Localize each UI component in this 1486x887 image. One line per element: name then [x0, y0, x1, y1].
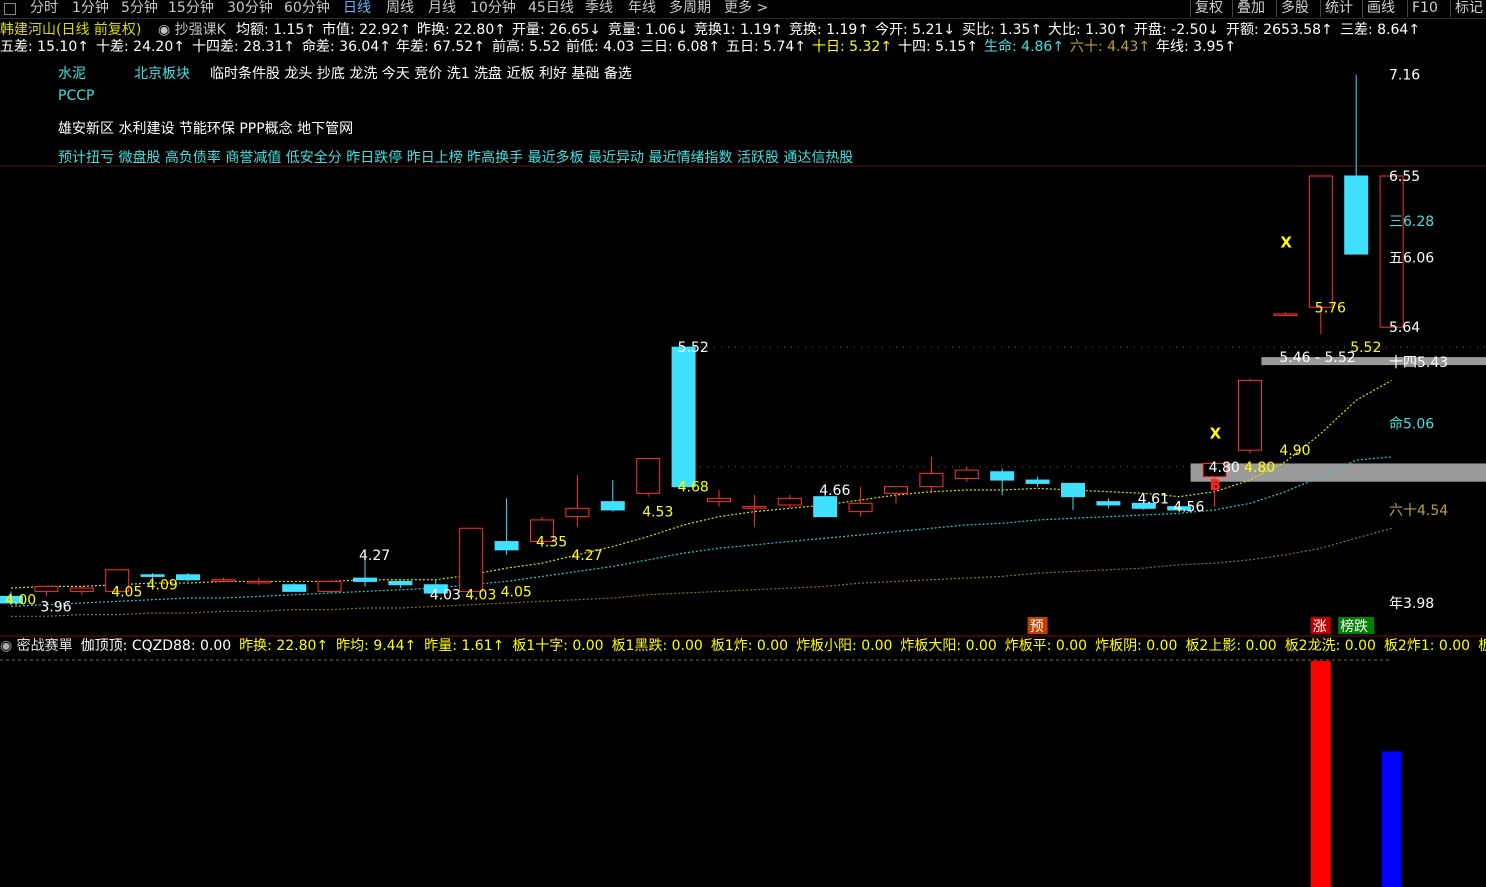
sub-indicator-4: 板1十字: 0.00: [512, 638, 604, 654]
price-label-9: 4.27: [571, 548, 602, 564]
price-label-0: 4.00: [5, 593, 36, 609]
candle-body-38: [1344, 175, 1369, 255]
price-label-7: 4.05: [501, 584, 532, 600]
price-label-11: 4.68: [678, 480, 709, 496]
price-label-4: 4.27: [359, 548, 390, 564]
axis-label-4: 5.64: [1389, 320, 1420, 336]
candle-body-16: [565, 507, 590, 518]
price-label-6: 4.03: [465, 588, 496, 604]
kline-chart[interactable]: 4.00 3.964.05 4.094.274.03 4.03 4.054.354.27…: [0, 0, 1486, 887]
candle-body-8: [282, 584, 307, 592]
sub-indicator-12: 板2龙洗: 0.00: [1284, 638, 1376, 654]
candle-body-37: [1308, 175, 1333, 308]
price-label-15: 4.56: [1173, 500, 1204, 516]
candle-body-35: [1238, 379, 1262, 451]
axis-label-6: 命5.06: [1389, 416, 1434, 433]
candle-body-14: [494, 541, 519, 551]
candle-body-21: [742, 506, 767, 509]
candle-body-1: [34, 585, 59, 592]
candle-body-25: [884, 486, 908, 494]
candle-body-9: [317, 580, 342, 592]
candle-body-18: [636, 457, 661, 494]
axis-label-5: 十四5.43: [1389, 355, 1448, 371]
axis-label-0: 7.16: [1389, 68, 1420, 84]
axis-label-2: 三6.28: [1389, 214, 1434, 230]
price-label-10: 4.53: [642, 505, 673, 521]
signal-mark-2: B: [1210, 476, 1221, 494]
candle-body-10: [353, 577, 377, 582]
candle-body-4: [140, 574, 165, 577]
axis-label-1: 6.55: [1389, 169, 1420, 185]
axis-label-3: 五6.06: [1389, 250, 1434, 266]
candle-body-11: [388, 580, 413, 586]
volume-bar-1: [1381, 751, 1402, 887]
sub-indicator-8: 炸板大阳: 0.00: [900, 638, 997, 654]
ma60-line: [11, 527, 1392, 617]
sub-indicator-10: 炸板阴: 0.00: [1095, 638, 1178, 654]
price-label-13: 4.66: [819, 483, 850, 499]
candle-body-13: [459, 527, 484, 592]
price-label-5: 4.03: [430, 588, 461, 604]
candle-body-28: [990, 471, 1015, 481]
sub-indicator-14: 板2: [1478, 638, 1486, 654]
price-label-20: 5.76: [1315, 300, 1346, 316]
candle-body-26: [919, 472, 944, 488]
sub-indicator-2: 昨均: 9.44↑: [336, 638, 417, 654]
sub-indicator-6: 板1炸: 0.00: [710, 638, 789, 654]
sub-indicator-3: 昨量: 1.61↑: [424, 638, 505, 654]
price-label-1: 3.96: [40, 599, 71, 615]
price-label-3: 4.09: [147, 578, 178, 594]
sub-panel-collapse-icon[interactable]: ◉: [0, 638, 17, 654]
event-tag-0: 预: [1030, 619, 1044, 635]
candle-body-7: [246, 580, 271, 584]
sub-indicator-13: 板2炸1: 0.00: [1383, 638, 1471, 654]
volume-bar-0: [1310, 661, 1331, 887]
axis-label-7: 六十4.54: [1389, 503, 1448, 519]
candle-body-31: [1096, 501, 1121, 506]
sub-indicator-1: 昨换: 22.80↑: [239, 638, 329, 654]
candle-body-19: [671, 346, 696, 488]
event-tag-2: 榜跌: [1340, 618, 1368, 635]
signal-mark-1: X: [1280, 233, 1292, 251]
sub-panel-title[interactable]: 密战赛單: [17, 638, 73, 654]
candle-body-23: [813, 496, 838, 518]
axis-label-8: 年3.98: [1389, 596, 1434, 612]
sub-indicator-9: 炸板平: 0.00: [1004, 638, 1088, 654]
candle-body-2: [69, 587, 94, 592]
event-tag-1: 涨: [1313, 619, 1327, 635]
price-label-18: 4.90: [1279, 443, 1310, 459]
price-label-17: 4.80: [1244, 460, 1275, 476]
candle-body-29: [1025, 479, 1050, 484]
candle-body-30: [1061, 482, 1085, 498]
signal-mark-0: X: [1210, 425, 1222, 443]
sub-indicator-7: 炸板小阳: 0.00: [796, 638, 893, 654]
price-label-12: 5.52: [678, 340, 709, 356]
candle-body-22: [777, 497, 802, 506]
candle-body-20: [707, 497, 731, 503]
candle-body-5: [176, 574, 200, 581]
price-label-16: 4.80: [1209, 460, 1240, 476]
candle-body-24: [848, 502, 873, 513]
price-label-14: 4.61: [1138, 491, 1169, 507]
candle-body-36: [1273, 313, 1298, 316]
sub-indicator-0: 伽顶顶: CQZD88: 0.00: [80, 638, 232, 654]
sub-indicator-11: 板2上影: 0.00: [1185, 638, 1277, 654]
price-label-8: 4.35: [536, 535, 567, 551]
price-label-19: 5.46 - 5.52: [1279, 350, 1355, 366]
candle-body-27: [954, 469, 979, 479]
sub-panel-header: ◉ 密战赛單 伽顶顶: CQZD88: 0.00 昨换: 22.80↑ 昨均: 9.4…: [0, 637, 1486, 655]
price-label-21: 5.52: [1350, 340, 1381, 356]
candle-body-6: [211, 579, 236, 582]
price-label-2: 4.05: [111, 584, 142, 600]
sub-indicator-5: 板1黑跌: 0.00: [611, 638, 703, 654]
candle-body-17: [600, 501, 625, 511]
